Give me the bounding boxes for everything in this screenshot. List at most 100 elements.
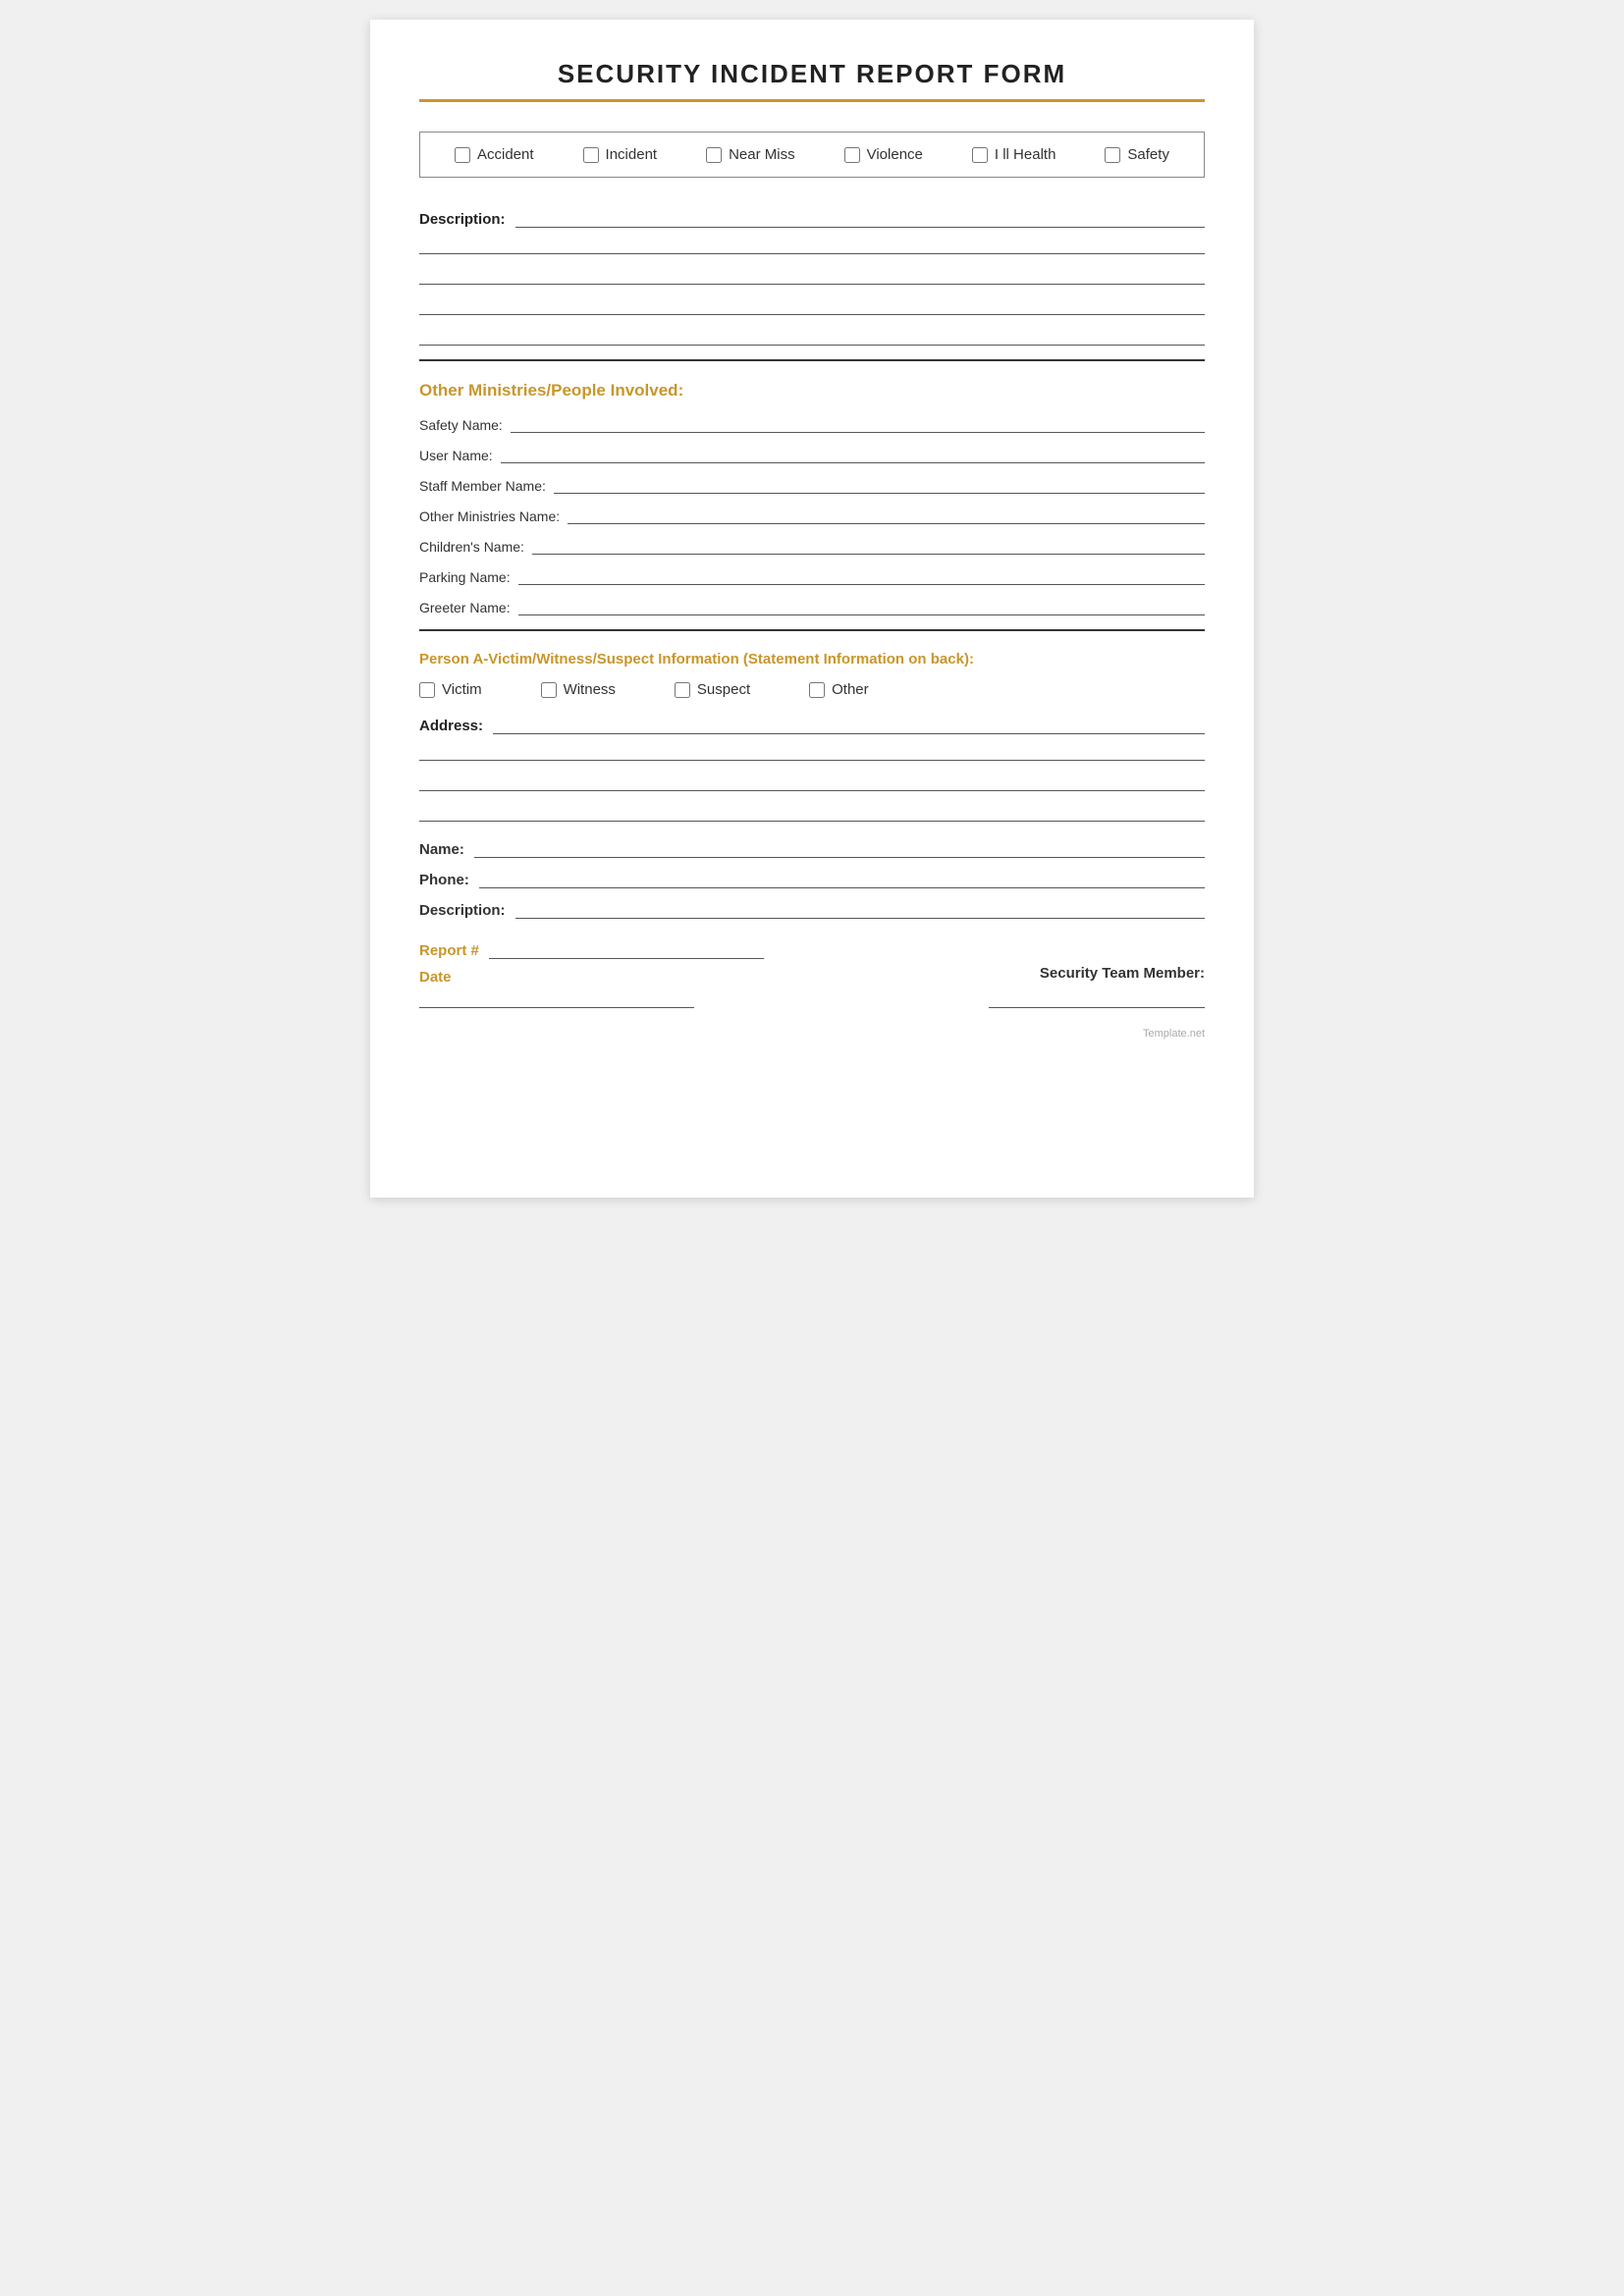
- childrens-name-input[interactable]: [532, 534, 1205, 555]
- accident-checkbox[interactable]: [455, 147, 470, 163]
- ministries-divider: [419, 629, 1205, 631]
- near-miss-label: Near Miss: [729, 146, 795, 163]
- description-label: Description:: [419, 211, 506, 228]
- checkbox-suspect[interactable]: Suspect: [675, 681, 750, 698]
- description-field-4[interactable]: [419, 294, 1205, 315]
- checkbox-safety[interactable]: Safety: [1105, 146, 1169, 163]
- address-field-1[interactable]: [493, 714, 1205, 734]
- witness-checkbox[interactable]: [541, 682, 557, 698]
- witness-label: Witness: [564, 681, 616, 698]
- other-ministries-row: Other Ministries Name:: [419, 504, 1205, 524]
- report-label: Report #: [419, 942, 479, 959]
- user-name-label: User Name:: [419, 448, 493, 463]
- greeter-name-input[interactable]: [518, 595, 1205, 615]
- victim-checkbox[interactable]: [419, 682, 435, 698]
- description-field-5[interactable]: [419, 325, 1205, 346]
- violence-label: Violence: [867, 146, 923, 163]
- person-checkboxes-row: Victim Witness Suspect Other: [419, 681, 1205, 698]
- checkbox-near-miss[interactable]: Near Miss: [706, 146, 795, 163]
- date-row: Date: [419, 969, 792, 1008]
- address-section: Address:: [419, 714, 1205, 822]
- address-lines: [419, 740, 1205, 822]
- greeter-name-label: Greeter Name:: [419, 600, 511, 615]
- description2-input[interactable]: [515, 898, 1205, 919]
- bottom-section: Report # Date Security Team Member:: [419, 938, 1205, 1008]
- ill-health-checkbox[interactable]: [972, 147, 988, 163]
- parking-name-input[interactable]: [518, 564, 1205, 585]
- childrens-name-label: Children's Name:: [419, 539, 524, 555]
- bottom-left: Report # Date: [419, 938, 792, 1008]
- incident-label: Incident: [606, 146, 658, 163]
- other-ministries-input[interactable]: [568, 504, 1205, 524]
- greeter-name-row: Greeter Name:: [419, 595, 1205, 615]
- title-section: SECURITY INCIDENT REPORT FORM: [419, 59, 1205, 102]
- description-field-1[interactable]: [515, 207, 1205, 228]
- other-ministries-label: Other Ministries Name:: [419, 508, 560, 524]
- address-line-3[interactable]: [419, 771, 1205, 791]
- checkbox-ill-health[interactable]: I ll Health: [972, 146, 1056, 163]
- incident-types-box: Accident Incident Near Miss Violence I l…: [419, 132, 1205, 178]
- address-label: Address:: [419, 718, 483, 734]
- checkbox-victim[interactable]: Victim: [419, 681, 482, 698]
- safety-name-input[interactable]: [511, 412, 1205, 433]
- bottom-right: Security Team Member:: [832, 965, 1205, 1008]
- description-field-3[interactable]: [419, 264, 1205, 285]
- name-row: Name:: [419, 837, 1205, 858]
- safety-checkbox[interactable]: [1105, 147, 1120, 163]
- phone-label: Phone:: [419, 872, 469, 888]
- description2-row: Description:: [419, 898, 1205, 919]
- name-input[interactable]: [474, 837, 1205, 858]
- checkbox-witness[interactable]: Witness: [541, 681, 616, 698]
- user-name-row: User Name:: [419, 443, 1205, 463]
- report-input[interactable]: [489, 938, 764, 959]
- checkbox-other[interactable]: Other: [809, 681, 869, 698]
- near-miss-checkbox[interactable]: [706, 147, 722, 163]
- date-input[interactable]: [419, 988, 694, 1008]
- watermark: Template.net: [419, 1028, 1205, 1040]
- description2-label: Description:: [419, 902, 506, 919]
- checkbox-violence[interactable]: Violence: [844, 146, 923, 163]
- parking-name-label: Parking Name:: [419, 569, 511, 585]
- accident-label: Accident: [477, 146, 534, 163]
- report-row: Report #: [419, 938, 792, 959]
- safety-label: Safety: [1127, 146, 1169, 163]
- person-section-heading: Person A-Victim/Witness/Suspect Informat…: [419, 651, 1205, 667]
- other-ministries-section: Other Ministries/People Involved: Safety…: [419, 381, 1205, 631]
- phone-input[interactable]: [479, 868, 1205, 888]
- other-ministries-heading: Other Ministries/People Involved:: [419, 381, 1205, 400]
- suspect-label: Suspect: [697, 681, 750, 698]
- victim-label: Victim: [442, 681, 482, 698]
- person-section: Person A-Victim/Witness/Suspect Informat…: [419, 651, 1205, 919]
- incident-checkbox[interactable]: [583, 147, 599, 163]
- checkbox-incident[interactable]: Incident: [583, 146, 658, 163]
- other-checkbox[interactable]: [809, 682, 825, 698]
- staff-member-row: Staff Member Name:: [419, 473, 1205, 494]
- page-title: SECURITY INCIDENT REPORT FORM: [419, 59, 1205, 89]
- suspect-checkbox[interactable]: [675, 682, 690, 698]
- safety-name-row: Safety Name:: [419, 412, 1205, 433]
- name-label: Name:: [419, 841, 464, 858]
- staff-member-label: Staff Member Name:: [419, 478, 546, 494]
- staff-member-input[interactable]: [554, 473, 1205, 494]
- other-label: Other: [832, 681, 869, 698]
- violence-checkbox[interactable]: [844, 147, 860, 163]
- address-row: Address:: [419, 714, 1205, 734]
- checkbox-accident[interactable]: Accident: [455, 146, 534, 163]
- description-field-2[interactable]: [419, 234, 1205, 254]
- phone-row: Phone:: [419, 868, 1205, 888]
- footer-fields: Name: Phone: Description:: [419, 837, 1205, 919]
- address-line-4[interactable]: [419, 801, 1205, 822]
- description-row: Description:: [419, 207, 1205, 228]
- description-divider: [419, 359, 1205, 361]
- security-team-member-input[interactable]: [989, 988, 1205, 1008]
- address-line-2[interactable]: [419, 740, 1205, 761]
- parking-name-row: Parking Name:: [419, 564, 1205, 585]
- date-label: Date: [419, 969, 792, 986]
- safety-name-label: Safety Name:: [419, 417, 503, 433]
- ill-health-label: I ll Health: [995, 146, 1056, 163]
- description-section: Description:: [419, 207, 1205, 361]
- security-team-member-label: Security Team Member:: [832, 965, 1205, 982]
- user-name-input[interactable]: [501, 443, 1205, 463]
- childrens-name-row: Children's Name:: [419, 534, 1205, 555]
- page: SECURITY INCIDENT REPORT FORM Accident I…: [370, 20, 1254, 1198]
